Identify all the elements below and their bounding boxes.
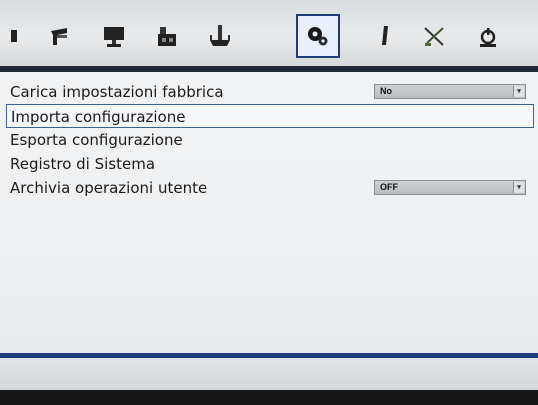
select-value: OFF [380,182,398,192]
menu-item-import-config[interactable]: Importa configurazione [6,104,534,128]
power-icon[interactable] [468,17,508,55]
menu-item-factory-reset[interactable]: Carica impostazioni fabbrica No ▾ [6,80,534,104]
menu-item-label: Carica impostazioni fabbrica [10,83,224,101]
select-value: No [380,86,392,96]
menu-item-label: Esporta configurazione [10,131,183,149]
archive-user-ops-select[interactable]: OFF ▾ [374,180,526,195]
system-settings-icon[interactable] [296,14,340,58]
menu-item-system-log[interactable]: Registro di Sistema [6,152,534,176]
chevron-down-icon[interactable]: ▾ [513,86,524,97]
network-icon[interactable] [147,17,187,55]
chevron-down-icon[interactable]: ▾ [513,182,524,193]
settings-menu: Carica impostazioni fabbrica No ▾ Import… [6,80,534,200]
toolbar-divider [0,66,538,72]
menu-item-label: Importa configurazione [11,108,186,126]
screen: Carica impostazioni fabbrica No ▾ Import… [0,0,538,405]
tools-icon[interactable] [414,17,454,55]
menu-item-label: Archivia operazioni utente [10,179,208,197]
menu-item-label: Registro di Sistema [10,155,156,173]
usb-icon[interactable] [365,17,405,55]
camera-icon[interactable] [40,17,80,55]
storage-icon[interactable] [200,17,240,55]
toolbar [0,0,538,68]
factory-reset-select[interactable]: No ▾ [374,84,526,99]
menu-item-archive-user-ops[interactable]: Archivia operazioni utente OFF ▾ [6,176,534,200]
monitor-bezel [0,390,538,405]
partial-icon[interactable] [0,17,32,55]
bottom-bar [0,358,538,394]
monitor-icon[interactable] [94,17,134,55]
menu-item-export-config[interactable]: Esporta configurazione [6,128,534,152]
